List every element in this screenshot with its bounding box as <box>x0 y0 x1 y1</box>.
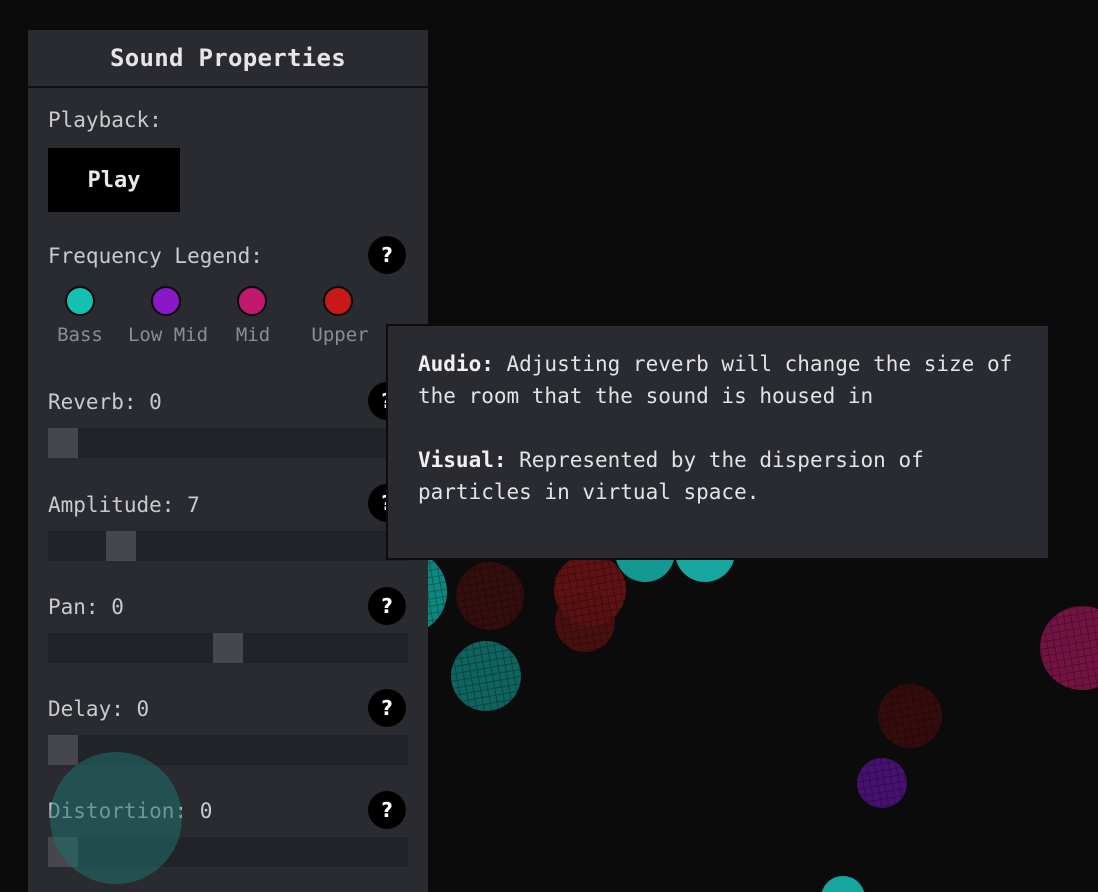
amplitude-slider[interactable] <box>48 531 408 561</box>
particle <box>857 758 907 808</box>
distortion-slider-thumb[interactable] <box>48 837 78 867</box>
legend-label-mid: Mid <box>235 324 271 346</box>
tooltip-audio-text: Adjusting reverb will change the size of… <box>418 352 1013 408</box>
reverb-slider-thumb[interactable] <box>48 428 78 458</box>
particle <box>821 876 865 892</box>
delay-slider-thumb[interactable] <box>48 735 78 765</box>
pan-help-icon[interactable]: ? <box>368 587 406 625</box>
delay-label: Delay: 0 <box>48 697 150 721</box>
tooltip-audio-paragraph: Audio: Adjusting reverb will change the … <box>418 348 1018 412</box>
particle <box>456 562 524 630</box>
pan-slider-thumb[interactable] <box>213 633 243 663</box>
reverb-label: Reverb: 0 <box>48 390 162 414</box>
legend-dot-mid <box>237 286 267 316</box>
distortion-slider[interactable] <box>48 837 408 867</box>
legend-label-bass: Bass <box>57 324 103 346</box>
particle <box>1040 606 1098 690</box>
sound-properties-panel: Sound Properties Playback: Play Frequenc… <box>28 30 428 892</box>
amplitude-slider-thumb[interactable] <box>105 531 136 561</box>
legend-help-icon[interactable]: ? <box>368 236 406 274</box>
particle <box>555 592 615 652</box>
delay-slider[interactable] <box>48 735 408 765</box>
legend-label-low-mid: Low Mid <box>127 324 209 346</box>
legend-label-upper: Upper <box>311 324 369 346</box>
pan-label: Pan: 0 <box>48 595 124 619</box>
distortion-label: Distortion: 0 <box>48 799 213 823</box>
delay-help-icon[interactable]: ? <box>368 689 406 727</box>
legend-dot-upper <box>323 286 353 316</box>
panel-title: Sound Properties <box>28 30 428 88</box>
legend-dot-bass <box>65 286 95 316</box>
pan-slider[interactable] <box>48 633 408 663</box>
tooltip-visual-paragraph: Visual: Represented by the dispersion of… <box>418 444 1018 508</box>
amplitude-label: Amplitude: 7 <box>48 493 200 517</box>
playback-label: Playback: <box>48 108 162 132</box>
reverb-tooltip: Audio: Adjusting reverb will change the … <box>386 324 1050 560</box>
distortion-help-icon[interactable]: ? <box>368 791 406 829</box>
tooltip-audio-title: Audio: <box>418 352 494 376</box>
play-button[interactable]: Play <box>48 148 180 212</box>
particle <box>451 641 521 711</box>
tooltip-visual-title: Visual: <box>418 448 507 472</box>
particle <box>878 684 942 748</box>
reverb-slider[interactable] <box>48 428 408 458</box>
frequency-legend-label: Frequency Legend: <box>48 244 263 268</box>
legend-dot-low-mid <box>151 286 181 316</box>
